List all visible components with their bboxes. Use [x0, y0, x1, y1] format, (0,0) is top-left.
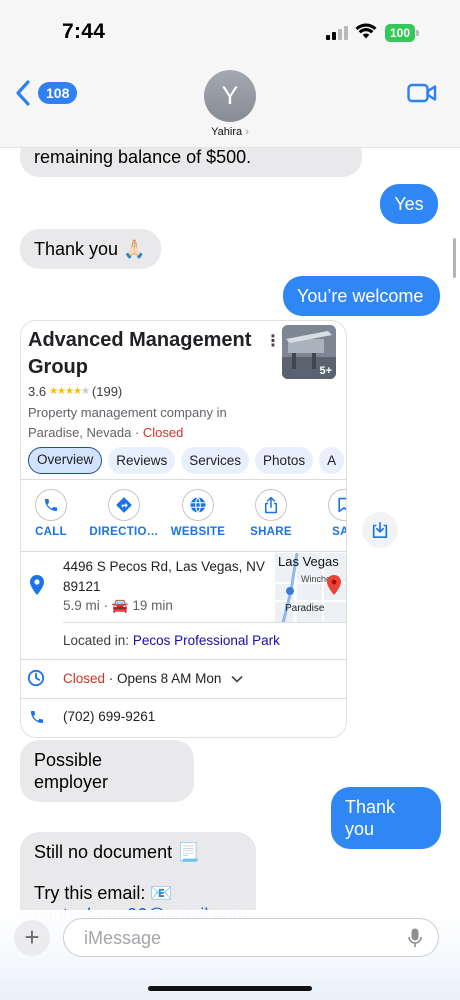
action-buttons: CALL DIRECTIO… WEBSITE SHARE SAV — [21, 489, 346, 543]
imessage-placeholder: iMessage — [84, 928, 162, 948]
located-in-link[interactable]: Pecos Professional Park — [133, 633, 280, 648]
contact-avatar[interactable]: Y — [204, 70, 256, 122]
phone-icon — [31, 711, 43, 723]
located-in-label: Located in: — [63, 633, 130, 648]
microphone-icon[interactable] — [408, 928, 422, 948]
tab-services[interactable]: Services — [181, 447, 250, 474]
category-text: Property management company in Paradise,… — [28, 405, 227, 440]
map-marker-icon — [327, 575, 341, 595]
wifi-icon — [355, 23, 377, 39]
drive-time: 19 min — [132, 598, 173, 613]
cellular-signal-icon — [326, 26, 348, 40]
directions-label: DIRECTIO… — [89, 526, 159, 538]
tab-about[interactable]: A — [319, 447, 345, 474]
contact-name-button[interactable]: Yahira › — [0, 126, 460, 138]
open-status: Closed — [142, 425, 184, 440]
message-line: Try this email: 📧 — [34, 883, 173, 903]
location-pin-icon — [30, 575, 44, 595]
mini-map[interactable]: Las Vegas Winche Paradise — [275, 553, 346, 623]
map-paradise-label: Paradise — [285, 603, 325, 614]
rating-row: 3.6 ★★★★★ (199) — [28, 384, 122, 399]
address-line-1: 4496 S Pecos Rd, Las Vegas, NV — [63, 559, 265, 574]
google-maps-place-card[interactable]: Advanced Management Group ⋮ 5+ 3.6 ★★★★★… — [20, 320, 347, 738]
hours-status: Closed — [63, 671, 106, 686]
address-line-2: 89121 — [63, 579, 101, 594]
address-row[interactable]: 4496 S Pecos Rd, Las Vegas, NV 89121 5.9… — [21, 553, 346, 631]
call-button[interactable]: CALL — [21, 489, 88, 538]
chevron-down-icon — [231, 675, 243, 683]
globe-icon — [190, 497, 206, 513]
star-rating-icon: ★★★★★ — [49, 386, 90, 397]
download-tray-icon — [372, 521, 388, 539]
message-bubble-outgoing[interactable]: Thank you — [331, 787, 441, 849]
share-button[interactable]: SHARE — [234, 489, 308, 538]
located-in-row: Located in: Pecos Professional Park — [63, 633, 280, 648]
message-bubble-incoming[interactable]: Possible employer — [20, 740, 194, 802]
conversation-header: 7:44 100 108 Y Yahira › — [0, 0, 460, 148]
website-label: WEBSITE — [170, 526, 226, 538]
imessage-input[interactable]: iMessage — [63, 918, 439, 957]
divider — [21, 551, 346, 552]
message-bubble-outgoing[interactable]: Yes — [380, 184, 438, 224]
call-label: CALL — [35, 526, 67, 538]
battery-level: 100 — [385, 24, 415, 42]
place-category: Property management company in Paradise,… — [28, 403, 268, 443]
unread-count-badge: 108 — [38, 82, 78, 104]
rating-value: 3.6 — [28, 384, 47, 399]
message-bubble-incoming[interactable]: Thank you 🙏🏻 — [20, 229, 161, 269]
share-label: SHARE — [250, 526, 292, 538]
hours-next-open: · Opens 8 AM Mon — [108, 671, 222, 686]
chevron-right-icon: › — [245, 126, 249, 138]
battery-icon: 100 — [385, 24, 419, 42]
save-button[interactable]: SAV — [307, 489, 346, 538]
place-photo[interactable]: 5+ — [282, 325, 336, 379]
scroll-indicator[interactable] — [453, 238, 456, 278]
distance-info: 5.9 mi · 🚘 19 min — [63, 598, 173, 614]
review-count[interactable]: (199) — [92, 384, 122, 399]
divider — [63, 622, 346, 623]
chevron-left-icon — [16, 80, 30, 106]
hours-text: Closed · Opens 8 AM Mon — [63, 671, 243, 686]
directions-icon — [116, 497, 132, 513]
tab-reviews[interactable]: Reviews — [108, 447, 176, 474]
status-bar: 7:44 100 — [0, 0, 460, 62]
divider — [21, 479, 346, 480]
facetime-video-icon[interactable] — [407, 82, 437, 104]
car-icon: 🚘 — [111, 598, 129, 613]
contact-name: Yahira — [211, 126, 243, 138]
tab-photos[interactable]: Photos — [255, 447, 314, 474]
photo-count: 5+ — [319, 365, 332, 377]
website-button[interactable]: WEBSITE — [161, 489, 235, 538]
back-button[interactable]: 108 — [14, 80, 78, 106]
phone-number: (702) 699-9261 — [63, 709, 156, 724]
bookmark-icon — [338, 497, 346, 513]
status-time: 7:44 — [62, 20, 106, 43]
home-indicator[interactable] — [148, 986, 312, 991]
plus-apps-button[interactable]: + — [14, 920, 50, 956]
message-line: Still no document 📃 — [34, 842, 200, 862]
share-icon — [265, 496, 277, 514]
clock-icon — [27, 669, 45, 687]
directions-button[interactable]: DIRECTIO… — [87, 489, 161, 538]
message-bubble-outgoing[interactable]: You’re welcome — [283, 276, 440, 316]
divider — [21, 659, 346, 660]
phone-row[interactable]: (702) 699-9261 — [21, 705, 346, 731]
place-name: Advanced Management Group — [28, 329, 252, 378]
save-attachment-button[interactable] — [362, 512, 398, 548]
save-label: SAV — [332, 526, 346, 538]
distance: 5.9 mi · — [63, 598, 109, 613]
place-tabs: Overview Reviews Services Photos A — [28, 447, 345, 474]
hours-row[interactable]: Closed · Opens 8 AM Mon — [21, 667, 346, 693]
address-text: 4496 S Pecos Rd, Las Vegas, NV 89121 — [63, 557, 268, 597]
map-city-label: Las Vegas — [278, 554, 339, 569]
more-options-icon[interactable]: ⋮ — [265, 331, 281, 351]
tab-overview[interactable]: Overview — [28, 447, 103, 474]
phone-icon — [45, 499, 57, 511]
divider — [21, 698, 346, 699]
